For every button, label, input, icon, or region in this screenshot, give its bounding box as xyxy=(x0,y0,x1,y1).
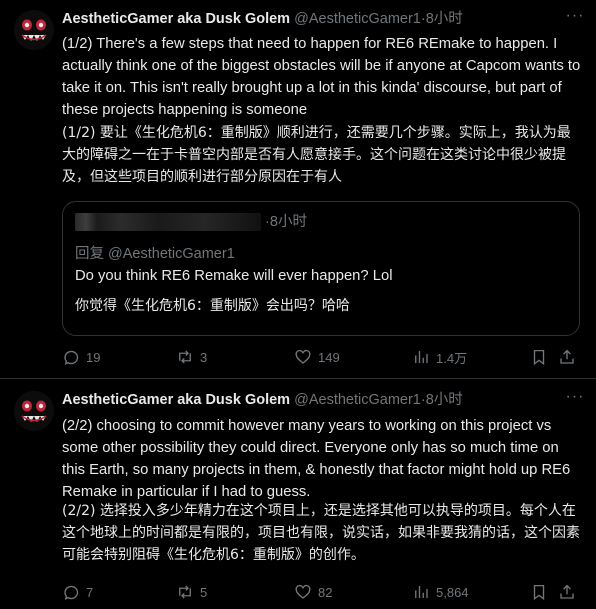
avatar[interactable] xyxy=(14,10,54,50)
repost-icon xyxy=(176,583,194,601)
reply-context: 回复 @AestheticGamer1 xyxy=(75,246,235,262)
tweet-2[interactable]: AestheticGamer aka Dusk Golem @Aesthetic… xyxy=(0,378,596,609)
action-bar: 19 3 149 1.4万 xyxy=(62,346,582,368)
quoted-text-translation: 你觉得《生化危机6：重制版》会出吗？哈哈 xyxy=(75,298,350,314)
avatar[interactable] xyxy=(14,391,54,431)
heart-icon xyxy=(294,583,312,601)
timestamp[interactable]: 8小时 xyxy=(426,392,463,408)
share-upload-icon xyxy=(558,348,576,366)
repost-button[interactable]: 5 xyxy=(176,581,207,603)
tweet-text-english: (2/2) choosing to commit however many ye… xyxy=(62,418,571,500)
views-button[interactable]: 1.4万 xyxy=(412,346,467,368)
like-count: 149 xyxy=(318,349,340,365)
blurred-author-name xyxy=(75,213,261,232)
author-handle[interactable]: @AestheticGamer1 xyxy=(294,392,421,408)
repost-count: 3 xyxy=(200,349,208,365)
views-button[interactable]: 5,864 xyxy=(412,581,469,603)
reply-button[interactable]: 7 xyxy=(62,581,93,603)
like-count: 82 xyxy=(318,584,333,600)
tweet-header: AestheticGamer aka Dusk Golem @Aesthetic… xyxy=(62,9,566,29)
bookmark-button[interactable] xyxy=(530,346,548,368)
bookmark-button[interactable] xyxy=(530,581,548,603)
reply-bubble-icon xyxy=(62,348,80,366)
author-name[interactable]: AestheticGamer aka Dusk Golem xyxy=(62,392,290,408)
reply-count: 19 xyxy=(86,349,101,365)
reply-count: 7 xyxy=(86,584,94,600)
tweet-header: AestheticGamer aka Dusk Golem @Aesthetic… xyxy=(62,390,566,410)
tweet-text-english: (1/2) There's a few steps that need to h… xyxy=(62,36,581,118)
action-bar: 7 5 82 5,864 xyxy=(62,581,582,603)
author-name[interactable]: AestheticGamer aka Dusk Golem xyxy=(62,11,290,27)
tweet-text-translation: (1/2) 要让《生化危机6：重制版》顺利进行，还需要几个步骤。实际上，我认为最… xyxy=(62,125,571,185)
tweet-text-translation: (2/2) 选择投入多少年精力在这个项目上，还是选择其他可以执导的项目。每个人在… xyxy=(62,503,580,563)
tweet-1[interactable]: AestheticGamer aka Dusk Golem @Aesthetic… xyxy=(0,0,596,378)
share-button[interactable] xyxy=(558,346,576,368)
views-bar-chart-icon xyxy=(412,348,430,366)
share-button[interactable] xyxy=(558,581,576,603)
bookmark-icon xyxy=(530,348,548,366)
reply-bubble-icon xyxy=(62,583,80,601)
view-count: 5,864 xyxy=(436,584,469,600)
monster-face-avatar-icon xyxy=(14,10,54,50)
repost-count: 5 xyxy=(200,584,208,600)
view-count: 1.4万 xyxy=(436,350,468,366)
like-button[interactable]: 82 xyxy=(294,581,332,603)
more-horizontal-icon[interactable]: ··· xyxy=(564,8,586,29)
quoted-text-english: Do you think RE6 Remake will ever happen… xyxy=(75,268,393,284)
bookmark-icon xyxy=(530,583,548,601)
heart-icon xyxy=(294,348,312,366)
quoted-tweet-header: ·8小时 xyxy=(75,212,307,232)
like-button[interactable]: 149 xyxy=(294,346,340,368)
repost-icon xyxy=(176,348,194,366)
author-handle[interactable]: @AestheticGamer1 xyxy=(294,11,421,27)
more-horizontal-icon[interactable]: ··· xyxy=(564,389,586,410)
monster-face-avatar-icon xyxy=(14,391,54,431)
quoted-tweet[interactable]: ·8小时 回复 @AestheticGamer1 Do you think RE… xyxy=(62,201,580,336)
repost-button[interactable]: 3 xyxy=(176,346,207,368)
timestamp[interactable]: 8小时 xyxy=(426,11,463,27)
quoted-timestamp[interactable]: 8小时 xyxy=(270,214,307,230)
reply-button[interactable]: 19 xyxy=(62,346,100,368)
views-bar-chart-icon xyxy=(412,583,430,601)
share-upload-icon xyxy=(558,583,576,601)
